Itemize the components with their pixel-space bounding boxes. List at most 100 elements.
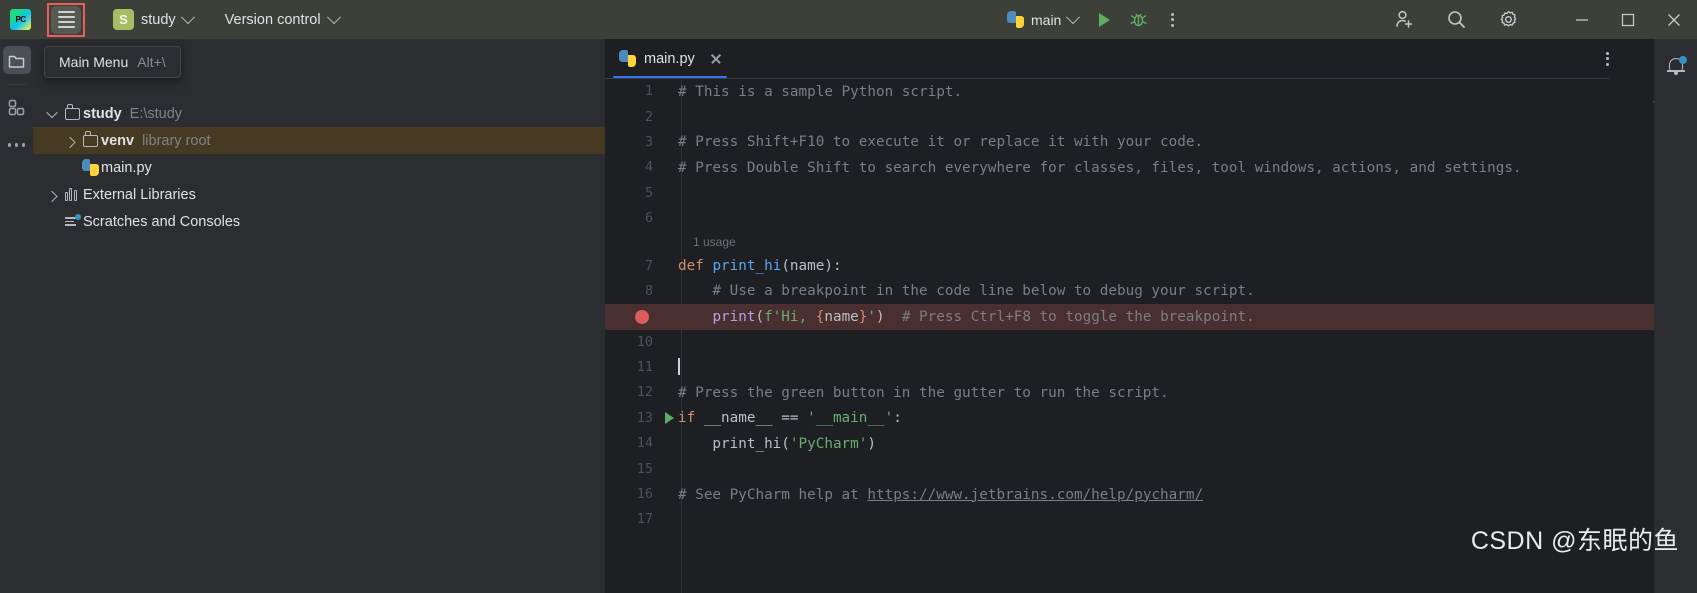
line-content: # Use a breakpoint in the code line belo… [667,283,1254,299]
add-collaborator-button[interactable] [1389,5,1419,35]
editor-tab-main-py[interactable]: main.py [605,39,735,78]
code-line[interactable]: 16 # See PyCharm help at https://www.jet… [605,482,1697,507]
search-everywhere-button[interactable] [1441,5,1471,35]
plain-token: __name__ == [703,410,808,427]
sidebar-item-more[interactable] [3,131,31,159]
title-bar-left: S study Version control [0,0,341,39]
minimize-button[interactable] [1559,0,1605,39]
inlay-hint-usages[interactable]: 1 usage [605,231,1697,253]
line-number: 17 [636,512,653,528]
help-url-link[interactable]: https://www.jetbrains.com/help/pycharm/ [867,487,1203,503]
structure-grid-icon [8,99,25,115]
run-configuration-name: main [1031,11,1062,28]
chevron-down-icon[interactable] [43,106,61,118]
rail-divider [6,84,27,85]
editor-area: main.py 1 # This is a sample Python scri… [605,39,1697,593]
main-menu-tooltip: Main Menu Alt+\ [44,46,181,78]
code-line[interactable]: 2 [605,104,1697,129]
code-line[interactable]: 5 [605,181,1697,206]
more-vertical-icon [1170,12,1174,27]
chevron-down-icon [326,9,341,24]
run-configuration-selector[interactable]: main [1000,7,1085,33]
tree-item-label: Scratches and Consoles [83,213,241,230]
code-editor[interactable]: 1 # This is a sample Python script. 2 3 … [605,79,1697,593]
run-line-button[interactable] [665,406,674,431]
code-line[interactable]: 3 # Press Shift+F10 to execute it or rep… [605,130,1697,155]
plain-token: print_hi( [678,435,790,452]
maximize-button[interactable] [1605,0,1651,39]
code-lines: 1 # This is a sample Python script. 2 3 … [605,79,1697,593]
bell-icon [1666,56,1687,75]
code-line[interactable]: 7 def print_hi(name): [605,253,1697,278]
run-button[interactable] [1089,5,1119,35]
function-token: print_hi [712,258,782,275]
string-token: 'PyCharm' [789,435,868,452]
keyword-token: if [678,410,704,427]
line-number: 7 [644,258,653,274]
tooltip-shortcut: Alt+\ [137,54,166,70]
more-dots-icon [7,143,26,147]
tree-row-scratches-and-consoles[interactable]: Scratches and Consoles [33,208,605,235]
left-tool-rail [0,39,33,593]
code-line-breakpoint[interactable]: print(f'Hi, {name}') # Press Ctrl+F8 to … [605,304,1697,330]
tree-row-study[interactable]: study E:\study [33,100,605,127]
folder-icon [79,131,101,147]
hamburger-menu-icon [51,5,81,34]
tree-row-main-py[interactable]: main.py [33,154,605,181]
line-number: 10 [636,334,653,350]
python-icon [79,159,101,176]
code-line[interactable]: 4 # Press Double Shift to search everywh… [605,155,1697,180]
folder-icon [61,104,83,120]
project-selector[interactable]: S study [107,7,199,33]
builtin-token: print [712,308,756,325]
chevron-right-icon[interactable] [61,136,79,148]
code-line[interactable]: 12 # Press the green button in the gutte… [605,380,1697,405]
plain-token: ( [755,308,765,325]
minimize-icon [1576,18,1588,21]
tree-row-venv[interactable]: venv library root [33,127,605,154]
code-line[interactable]: 6 [605,206,1697,231]
code-line[interactable]: 8 # Use a breakpoint in the code line be… [605,279,1697,304]
more-vertical-icon [1606,51,1609,66]
string-token: f'Hi, [764,308,816,325]
code-line[interactable]: 15 [605,456,1697,481]
code-line[interactable]: 14 print_hi('PyCharm') [605,431,1697,456]
tree-item-sublabel: library root [142,132,211,149]
close-button[interactable] [1651,0,1697,39]
debug-button[interactable] [1123,5,1153,35]
chevron-right-icon[interactable] [43,190,61,202]
chevron-down-icon [180,9,195,24]
line-number: 13 [636,410,653,426]
watermark: CSDN @东眠的鱼 [1470,527,1679,555]
comment-token: # Press Double Shift to search everywher… [678,159,1522,176]
close-icon[interactable] [709,52,723,66]
line-content: # This is a sample Python script. [667,84,962,100]
indent-token [678,309,712,325]
sidebar-item-project[interactable] [2,46,31,74]
comment-token: # See PyCharm help at [678,486,868,503]
notifications-button[interactable] [1662,52,1690,80]
line-number: 3 [644,134,653,150]
tree-item-label: venv [101,132,135,149]
pycharm-window: S study Version control main [0,0,1697,593]
code-line-caret[interactable]: 11 [605,355,1697,380]
version-control-menu[interactable]: Version control [225,9,341,28]
more-actions-button[interactable] [1157,5,1187,35]
main-menu-button[interactable] [47,2,85,37]
plain-token: name [824,308,859,325]
code-line-runnable[interactable]: 13 if __name__ == '__main__': [605,406,1697,431]
tree-row-external-libraries[interactable]: External Libraries [33,181,605,208]
code-line[interactable]: 1 # This is a sample Python script. [605,79,1697,104]
settings-button[interactable] [1493,5,1523,35]
project-tool-window: study E:\study venv library root main.py [33,39,605,593]
editor-options-button[interactable] [1606,39,1609,78]
tree-item-label: main.py [101,159,152,176]
line-number: 6 [644,211,653,227]
breakpoint-marker[interactable] [635,304,649,329]
line-content: # See PyCharm help at https://www.jetbra… [667,487,1203,503]
line-content: # Press Double Shift to search everywher… [667,160,1522,176]
sidebar-item-structure[interactable] [3,93,31,121]
line-number: 12 [636,385,653,401]
code-line[interactable]: 10 [605,330,1697,355]
run-triangle-icon [665,412,674,425]
